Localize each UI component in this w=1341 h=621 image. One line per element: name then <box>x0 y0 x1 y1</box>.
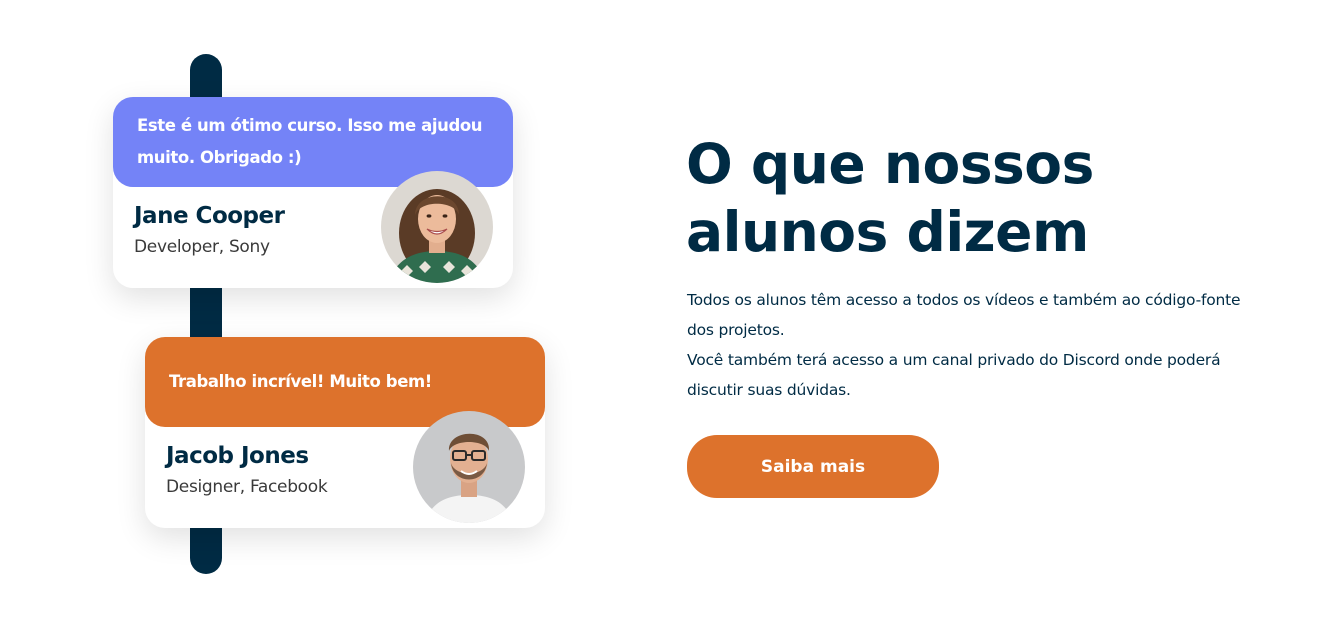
section-title: O que nossos alunos dizem <box>686 132 1094 264</box>
saiba-mais-button[interactable]: Saiba mais <box>687 435 939 498</box>
testimonial-role: Developer, Sony <box>134 237 270 257</box>
description-line: Você também terá acesso a um canal priva… <box>687 351 1221 399</box>
avatar <box>381 171 493 283</box>
testimonial-card: Trabalho incrível! Muito bem! Jacob Jone… <box>145 337 545 528</box>
description-line: Todos os alunos têm acesso a todos os ví… <box>687 291 1241 339</box>
testimonial-name: Jacob Jones <box>166 443 309 469</box>
testimonial-name: Jane Cooper <box>134 203 285 229</box>
avatar <box>413 411 525 523</box>
testimonial-role: Designer, Facebook <box>166 477 328 497</box>
testimonial-card: Este é um ótimo curso. Isso me ajudou mu… <box>113 97 513 288</box>
section-description: Todos os alunos têm acesso a todos os ví… <box>687 285 1267 405</box>
